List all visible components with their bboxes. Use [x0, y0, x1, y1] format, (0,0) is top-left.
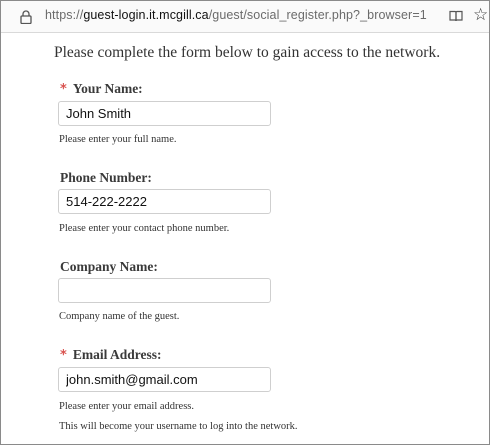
page-content: Please complete the form below to gain a… [1, 32, 489, 444]
phone-field[interactable] [58, 189, 271, 214]
bookmark-star-icon[interactable]: ☆ [473, 7, 488, 24]
form-intro: Please complete the form below to gain a… [54, 44, 441, 61]
url-host: guest-login.it.mcgill.ca [83, 8, 209, 22]
required-marker: * [60, 348, 67, 363]
email-label: * Email Address: [60, 347, 162, 363]
required-marker: * [60, 82, 67, 97]
name-field[interactable] [58, 101, 271, 126]
name-label: * Your Name: [60, 81, 143, 97]
address-bar[interactable]: https://guest-login.it.mcgill.ca/guest/s… [1, 1, 489, 33]
reader-view-icon[interactable] [449, 9, 463, 23]
phone-label: Phone Number: [60, 170, 152, 185]
company-help: Company name of the guest. [59, 311, 180, 322]
lock-icon[interactable] [20, 10, 32, 24]
company-label: Company Name: [60, 259, 158, 274]
email-help-username: This will become your username to log in… [59, 421, 298, 432]
name-help: Please enter your full name. [59, 134, 177, 145]
phone-help: Please enter your contact phone number. [59, 223, 230, 234]
browser-window: https://guest-login.it.mcgill.ca/guest/s… [0, 0, 490, 445]
url-text[interactable]: https://guest-login.it.mcgill.ca/guest/s… [45, 8, 427, 22]
email-help: Please enter your email address. [59, 401, 194, 412]
url-path: /guest/social_register.php?_browser=1 [208, 8, 427, 22]
url-scheme: https:// [45, 8, 84, 22]
email-field[interactable] [58, 367, 271, 392]
company-field[interactable] [58, 278, 271, 303]
